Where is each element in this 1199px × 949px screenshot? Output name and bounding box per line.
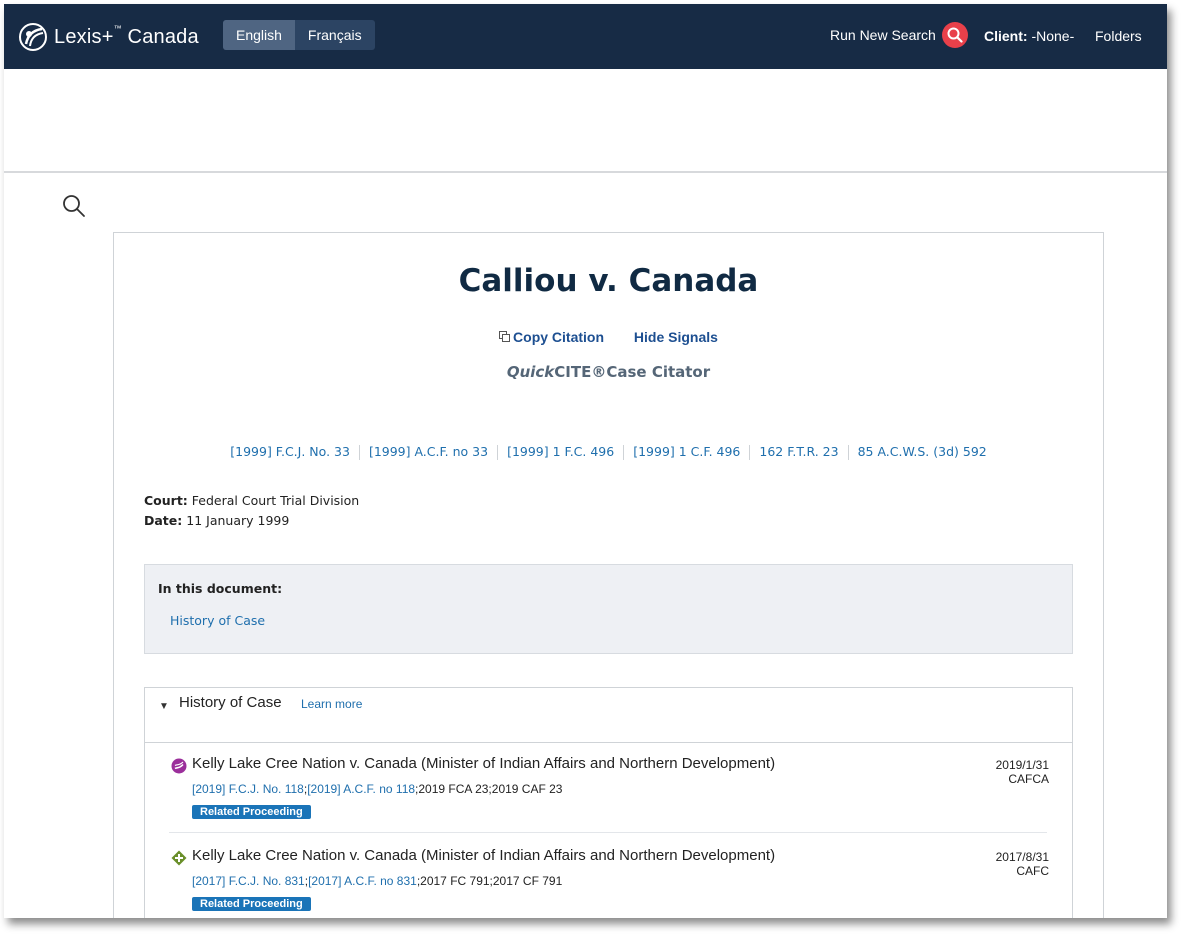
case-title-link[interactable]: Kelly Lake Cree Nation v. Canada (Minist… <box>192 847 775 864</box>
date-row: Date: 11 January 1999 <box>144 513 290 528</box>
search-icon <box>941 22 968 48</box>
green-signal-icon <box>171 850 187 866</box>
divider <box>358 445 360 460</box>
divider <box>169 832 1047 833</box>
citation-link[interactable]: [1999] 1 F.C. 496 <box>499 444 622 459</box>
top-navigation-bar: Lexis+™ Canada English Français Run New … <box>4 4 1167 69</box>
case-title-link[interactable]: Kelly Lake Cree Nation v. Canada (Minist… <box>192 755 775 772</box>
citation-link[interactable]: [1999] F.C.J. No. 33 <box>222 444 358 459</box>
table-of-contents: In this document: History of Case <box>144 564 1073 654</box>
document-panel: Calliou v. Canada Copy Citation Hide Sig… <box>113 232 1104 918</box>
entry-date: 2019/1/31 CAFCA <box>995 758 1049 786</box>
folders-link[interactable]: Folders <box>1095 28 1142 44</box>
citation-link[interactable]: [2017] F.C.J. No. 831 <box>192 874 305 888</box>
related-proceeding-badge: Related Proceeding <box>192 805 311 819</box>
toc-link-history[interactable]: History of Case <box>170 613 265 628</box>
toc-title: In this document: <box>158 581 283 596</box>
parallel-citations: [1999] F.C.J. No. 33 [1999] A.C.F. no 33[… <box>114 444 1103 460</box>
client-value: -None- <box>1031 28 1075 44</box>
citation-link[interactable]: [2019] A.C.F. no 118 <box>307 782 415 796</box>
brand-name: Lexis+™ Canada <box>54 23 199 48</box>
hide-signals-link[interactable]: Hide Signals <box>634 329 718 345</box>
citation-link[interactable]: 162 F.T.R. 23 <box>751 444 846 459</box>
history-title[interactable]: History of Case <box>179 694 282 711</box>
court-row: Court: Federal Court Trial Division <box>144 493 360 508</box>
citation-link[interactable]: [2017] A.C.F. no 831 <box>308 874 417 888</box>
language-english-button[interactable]: English <box>223 20 295 50</box>
citation-link[interactable]: [2019] F.C.J. No. 118 <box>192 782 304 796</box>
citation-link[interactable]: [1999] 1 C.F. 496 <box>625 444 748 459</box>
history-entry: Kelly Lake Cree Nation v. Canada (Minist… <box>169 752 1049 832</box>
entry-citations: [2017] F.C.J. No. 831;[2017] A.C.F. no 8… <box>192 874 563 888</box>
run-new-search-button[interactable]: Run New Search <box>830 22 968 48</box>
entry-date: 2017/8/31 CAFC <box>995 850 1049 878</box>
lexis-logo[interactable]: Lexis+™ Canada <box>18 22 199 52</box>
lexis-emblem-icon <box>19 23 47 51</box>
divider <box>847 445 849 460</box>
client-label: Client: <box>984 28 1028 44</box>
related-proceeding-badge: Related Proceeding <box>192 897 311 911</box>
document-actions: Copy Citation Hide Signals <box>114 329 1103 345</box>
toolbar-band <box>4 69 1167 173</box>
language-switcher: English Français <box>223 20 375 50</box>
case-metadata: Court: Federal Court Trial Division Date… <box>144 491 359 531</box>
learn-more-link[interactable]: Learn more <box>301 697 362 711</box>
copy-citation-link[interactable]: Copy Citation <box>499 329 608 345</box>
entry-citations: [2019] F.C.J. No. 118;[2019] A.C.F. no 1… <box>192 782 563 796</box>
app-window: Lexis+™ Canada English Français Run New … <box>4 4 1167 918</box>
copy-icon <box>499 331 511 342</box>
run-new-search-label: Run New Search <box>830 27 936 43</box>
history-entry: Kelly Lake Cree Nation v. Canada (Minist… <box>169 844 1049 918</box>
page-title: Calliou v. Canada <box>458 263 759 299</box>
divider <box>497 445 499 460</box>
language-french-button[interactable]: Français <box>295 20 375 50</box>
history-header: ▼ History of Case Learn more <box>145 688 1072 743</box>
history-of-case-section: ▼ History of Case Learn more Kelly Lake … <box>144 687 1073 918</box>
citation-link[interactable]: 85 A.C.W.S. (3d) 592 <box>850 444 995 459</box>
quickcite-heading: QuickCITE®Case Citator <box>506 363 711 381</box>
client-selector[interactable]: Client: -None- <box>984 28 1074 44</box>
purple-signal-icon <box>171 758 187 774</box>
collapse-triangle-icon[interactable]: ▼ <box>159 701 169 712</box>
citation-link[interactable]: [1999] A.C.F. no 33 <box>361 444 496 459</box>
search-icon[interactable] <box>62 194 86 218</box>
